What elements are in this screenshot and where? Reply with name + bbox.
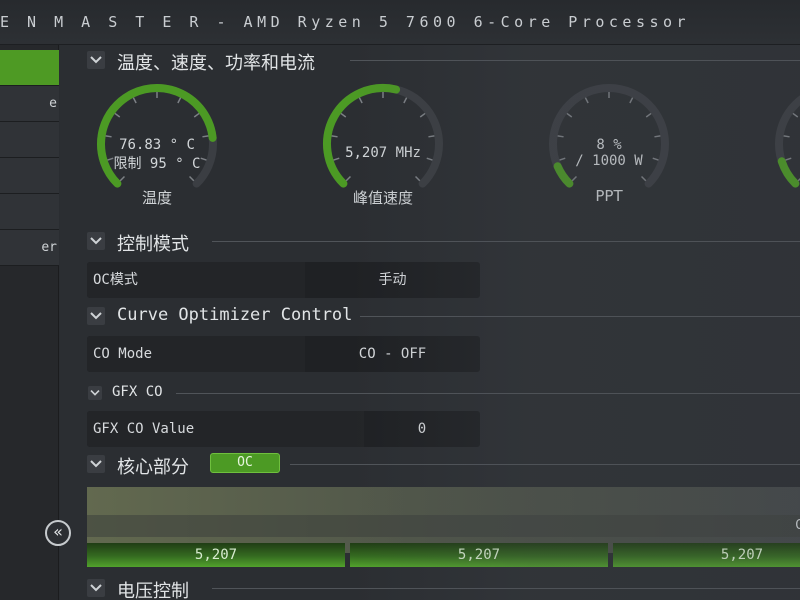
gauge-tick	[114, 112, 121, 118]
gauge-caption: 峰值速度	[352, 189, 413, 207]
section-divider	[350, 60, 800, 61]
section-header-control-mode[interactable]: 控制模式	[60, 226, 800, 256]
sidebar: e er	[0, 45, 59, 600]
gauge-caption: C	[770, 187, 800, 205]
gauge-tick	[785, 157, 792, 161]
gauge-tick	[403, 97, 408, 104]
co-mode-label: CO Mode	[87, 336, 305, 372]
core-tail-text: C	[795, 518, 800, 533]
sidebar-item-home[interactable]	[0, 50, 59, 86]
section-title: 电压控制	[117, 581, 189, 600]
gauge-tick	[132, 97, 137, 104]
core-speed-cell: 5,207	[613, 543, 800, 567]
oc-badge: OC	[210, 453, 280, 473]
section-title: 核心部分	[117, 457, 189, 478]
section-divider	[360, 316, 800, 317]
title-bar: E N M A S T E R - AMD Ryzen 5 7600 6-Cor…	[0, 0, 800, 45]
gauge-value: 5,207 MHz	[345, 145, 421, 161]
oc-mode-label: OC模式	[87, 262, 305, 298]
sidebar-item-label: er	[41, 240, 57, 255]
gauge-tick	[428, 135, 435, 138]
section-divider	[290, 464, 800, 465]
chevron-down-icon[interactable]	[87, 579, 105, 597]
section-header-core[interactable]: 核心部分	[60, 449, 800, 479]
gauge-tick	[177, 97, 182, 104]
chevron-down-icon[interactable]	[87, 307, 105, 325]
double-chevron-left-icon[interactable]: «	[45, 520, 71, 546]
section-title: GFX CO	[112, 384, 163, 400]
gauge-tick	[571, 175, 578, 182]
core-band	[87, 515, 800, 537]
gfx-co-value-input[interactable]: 0	[364, 411, 480, 447]
gauge-value: 76.83 ° C	[119, 137, 195, 153]
chevron-down-icon[interactable]	[87, 455, 105, 473]
core-speed-cell: 5,207	[350, 543, 608, 567]
oc-mode-select[interactable]: 手动	[305, 262, 480, 298]
co-mode-row: CO Mode CO - OFF	[87, 336, 480, 372]
chevron-down-icon[interactable]	[87, 232, 105, 250]
section-divider	[212, 241, 800, 242]
sidebar-item-4[interactable]	[0, 194, 59, 230]
gfx-co-value-label: GFX CO Value	[87, 411, 364, 447]
main-panel: 温度、速度、功率和电流 76.83 ° C 限制 95 ° C 温度 5,207…	[60, 45, 800, 600]
gauge-tick	[340, 112, 347, 118]
gauge-tick	[345, 175, 352, 182]
section-header-voltage[interactable]: 电压控制	[60, 573, 800, 600]
gauge-tick	[358, 97, 363, 104]
co-mode-select[interactable]: CO - OFF	[305, 336, 480, 372]
oc-mode-row: OC模式 手动	[87, 262, 480, 298]
sidebar-item-profile[interactable]: e	[0, 86, 59, 122]
gauge-tick	[331, 135, 338, 138]
gauge-caption: 温度	[141, 189, 172, 207]
section-title: Curve Optimizer Control	[117, 305, 353, 325]
section-header-curve-optimizer[interactable]: Curve Optimizer Control	[60, 301, 800, 331]
gauge-tick	[566, 112, 573, 118]
gauge-tick	[584, 97, 589, 104]
sidebar-item-3[interactable]	[0, 158, 59, 194]
chevron-down-icon[interactable]	[87, 51, 105, 69]
section-header-temp-speed-power[interactable]: 温度、速度、功率和电流	[60, 45, 800, 75]
gauge-tick	[188, 175, 195, 182]
gauge-tick	[783, 135, 790, 138]
gauge-tick	[119, 175, 126, 182]
gauge-tick	[193, 112, 200, 118]
gauge-tick	[629, 97, 634, 104]
sidebar-item-5[interactable]: er	[0, 230, 59, 266]
gauge-tick	[419, 112, 426, 118]
section-title: 控制模式	[117, 234, 189, 255]
gauge-limit: 限制 95 ° C	[113, 156, 201, 172]
section-divider	[212, 588, 800, 589]
gauge-caption: PPT	[595, 187, 623, 205]
gauge-tick	[414, 175, 421, 182]
gauge-sub: / 1000 W	[575, 153, 643, 169]
gauge-value: 8 %	[596, 137, 622, 153]
section-header-gfx-co[interactable]: GFX CO	[60, 378, 800, 408]
sidebar-item-label: e	[49, 96, 57, 111]
window-title: E N M A S T E R - AMD Ryzen 5 7600 6-Cor…	[0, 13, 691, 31]
gauge-tick	[792, 112, 799, 118]
gauge-tick	[645, 112, 652, 118]
sidebar-item-2[interactable]	[0, 122, 59, 158]
core-speed-cell: 5,207	[87, 543, 345, 567]
chevron-down-icon[interactable]	[88, 386, 102, 400]
section-divider	[176, 393, 800, 394]
section-title: 温度、速度、功率和电流	[117, 53, 315, 74]
gauge-tick	[640, 175, 647, 182]
gfx-co-value-row: GFX CO Value 0	[87, 411, 480, 447]
